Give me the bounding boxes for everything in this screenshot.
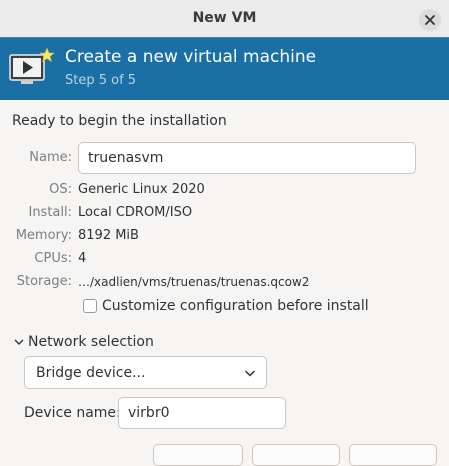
window-title: New VM — [192, 10, 257, 26]
network-source-dropdown[interactable]: Bridge device... — [24, 356, 267, 389]
chevron-down-icon — [244, 370, 256, 377]
wizard-banner: Create a new virtual machine Step 5 of 5 — [0, 37, 449, 100]
device-name-input[interactable]: virbr0 — [118, 397, 286, 429]
summary-heading: Ready to begin the installation — [12, 113, 227, 129]
vm-name-input[interactable]: truenasvm — [78, 142, 416, 174]
name-label: Name: — [29, 150, 72, 165]
device-name-value: virbr0 — [128, 405, 170, 421]
wizard-title: Create a new virtual machine — [65, 47, 317, 67]
wizard-step-indicator: Step 5 of 5 — [65, 73, 137, 88]
install-label: Install: — [28, 205, 72, 220]
network-source-selected: Bridge device... — [36, 364, 146, 381]
memory-value: 8192 MiB — [78, 228, 139, 243]
close-button[interactable] — [419, 9, 441, 31]
cpus-label: CPUs: — [34, 251, 72, 266]
customize-checkbox-label[interactable]: Customize configuration before install — [102, 298, 369, 314]
title-bar: New VM — [0, 0, 449, 38]
os-label: OS: — [49, 182, 72, 197]
vm-name-value: truenasvm — [88, 150, 164, 166]
device-name-label: Device name: — [24, 405, 121, 421]
storage-label: Storage: — [16, 274, 72, 289]
storage-value: …/xadlien/vms/truenas/truenas.qcow2 — [78, 275, 310, 289]
cancel-button[interactable] — [153, 444, 243, 466]
network-selection-expander[interactable]: Network selection — [14, 334, 154, 350]
memory-label: Memory: — [15, 228, 72, 243]
finish-button[interactable] — [349, 444, 437, 466]
network-selection-label: Network selection — [28, 334, 154, 350]
customize-checkbox[interactable] — [83, 299, 97, 313]
cpus-value: 4 — [78, 251, 87, 266]
chevron-down-icon — [14, 339, 24, 345]
install-value: Local CDROM/ISO — [78, 205, 193, 220]
close-icon — [425, 15, 435, 25]
back-button[interactable] — [252, 444, 340, 466]
vm-monitor-icon — [9, 47, 55, 84]
os-value: Generic Linux 2020 — [78, 182, 205, 197]
